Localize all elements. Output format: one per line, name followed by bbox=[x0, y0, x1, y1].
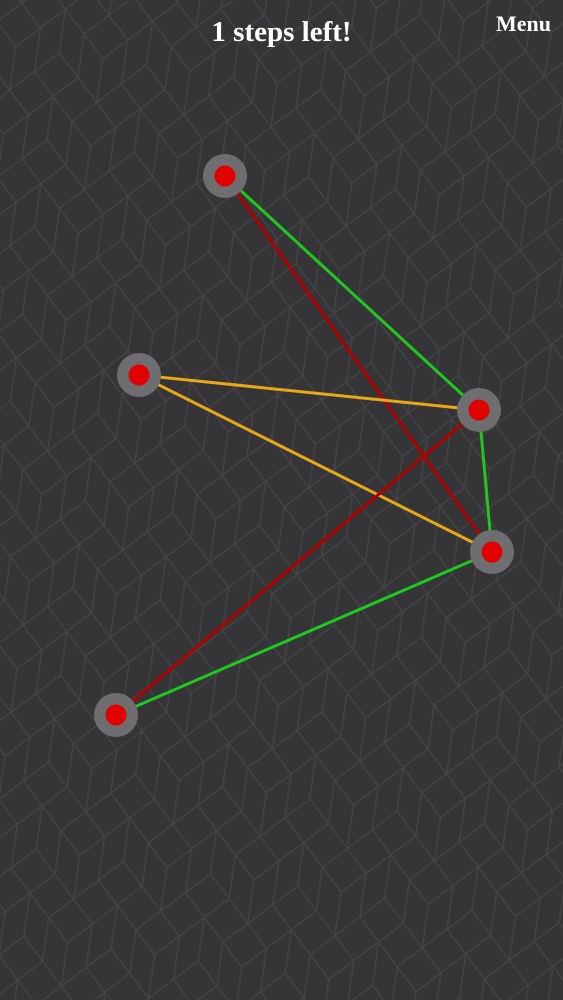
puzzle-graph bbox=[94, 154, 514, 737]
game-board: 1 steps left! Menu bbox=[0, 0, 563, 1000]
node-n5[interactable] bbox=[94, 693, 138, 737]
edge-n1-n3 bbox=[223, 174, 481, 412]
steps-left-label: 1 steps left! bbox=[211, 16, 352, 48]
edge-n2-n3 bbox=[137, 373, 481, 412]
edges-layer bbox=[114, 174, 494, 717]
node-core bbox=[128, 364, 150, 386]
node-core bbox=[105, 704, 127, 726]
edge-n1-n4 bbox=[223, 174, 494, 554]
node-n4[interactable] bbox=[470, 530, 514, 574]
edge-n4-n5 bbox=[114, 550, 494, 717]
node-n3[interactable] bbox=[457, 388, 501, 432]
edge-n2-n4 bbox=[137, 373, 494, 554]
node-core bbox=[468, 399, 490, 421]
menu-button[interactable]: Menu bbox=[496, 10, 551, 38]
node-n1[interactable] bbox=[203, 154, 247, 198]
node-n2[interactable] bbox=[117, 353, 161, 397]
node-core bbox=[214, 165, 236, 187]
node-core bbox=[481, 541, 503, 563]
nodes-layer bbox=[94, 154, 514, 737]
